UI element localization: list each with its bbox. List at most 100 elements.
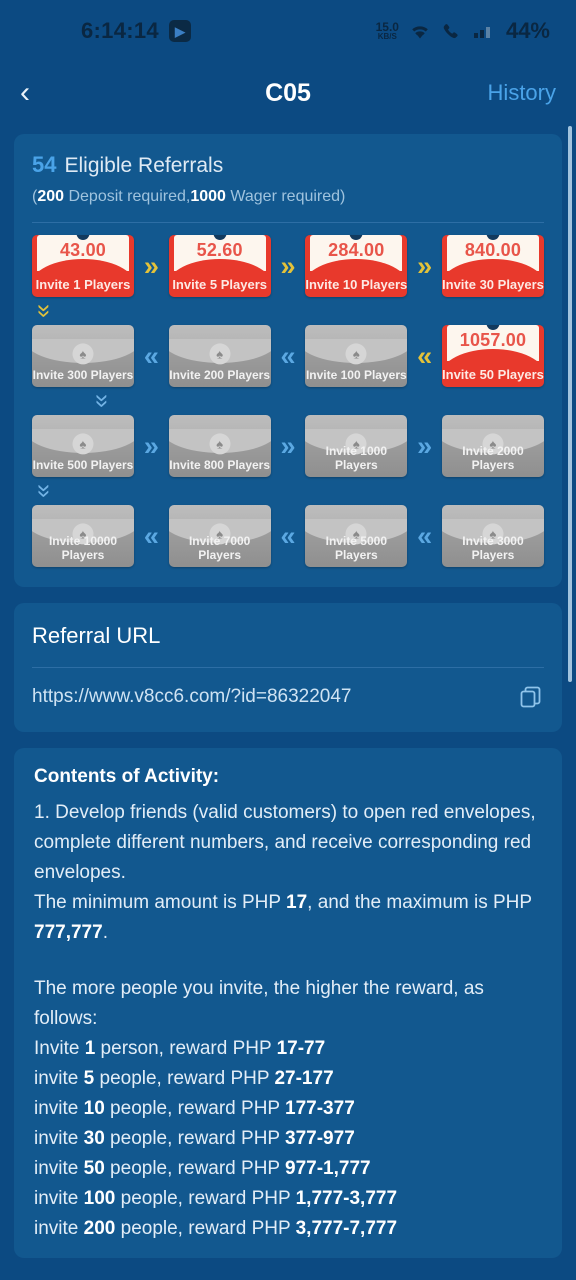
referrals-panel: 54 Eligible Referrals (200 Deposit requi… <box>14 134 562 587</box>
reward-line: invite 50 people, reward PHP 977-1,777 <box>34 1154 542 1184</box>
reward-label: Invite 5 Players <box>172 277 267 292</box>
reward-card[interactable]: ♠ Invite 300 Players <box>32 325 134 387</box>
reward-card[interactable]: ♠ Invite 100 Players <box>305 325 408 387</box>
reward-label: Invite 10 Players <box>305 277 408 292</box>
reward-label: Invite 1 Players <box>35 277 131 292</box>
chevron-right-icon: » <box>143 430 159 461</box>
reward-row: ♠ Invite 300 Players « ♠ Invite 200 Player… <box>32 325 544 387</box>
chevron-right-icon: » <box>417 430 433 461</box>
wager-label: Wager required) <box>225 188 346 205</box>
reward-line-pre: invite <box>34 1098 84 1119</box>
reward-line-amount: 177-377 <box>285 1098 355 1119</box>
reward-amount: 840.00 <box>464 240 522 260</box>
reward-amount: 284.00 <box>328 240 385 260</box>
referral-url-title: Referral URL <box>32 623 161 648</box>
nav-bar: ‹ C05 History <box>0 62 576 124</box>
reward-line-mid: person, reward PHP <box>95 1038 277 1059</box>
reward-card[interactable]: 284.00 Invite 10 Players <box>305 235 408 297</box>
reward-row: 43.00 Invite 1 Players » 52.60 Invite 5 Pl… <box>32 235 544 297</box>
call-icon <box>441 21 463 41</box>
reward-line-mid: people, reward PHP <box>104 1128 286 1149</box>
divider <box>32 667 544 668</box>
reward-line-mid: people, reward PHP <box>104 1098 286 1119</box>
reward-label: Invite 50 Players <box>442 367 544 382</box>
lock-icon: ♠ <box>209 433 231 455</box>
reward-card[interactable]: ♠ Invite 10000 Players <box>32 505 134 567</box>
referral-url-row: https://www.v8cc6.com/?id=86322047 <box>32 684 544 710</box>
reward-card[interactable]: 1057.00 Invite 50 Players <box>441 325 544 387</box>
copy-icon[interactable] <box>518 684 544 710</box>
eligible-referrals-label: Eligible Referrals <box>64 154 224 177</box>
status-time: 6:14:14 <box>81 18 159 43</box>
status-bar: 6:14:14 ▶ 15.0 KB/S 44% <box>0 0 576 62</box>
reward-line-pre: Invite <box>34 1038 85 1059</box>
history-button[interactable]: History <box>488 80 556 106</box>
network-speed-unit: KB/S <box>377 32 397 41</box>
reward-card[interactable]: 43.00 Invite 1 Players <box>32 235 134 297</box>
network-speed-indicator: 15.0 KB/S <box>376 21 399 41</box>
reward-card[interactable]: 52.60 Invite 5 Players <box>168 235 271 297</box>
lock-icon: ♠ <box>72 433 94 455</box>
chevron-right-icon: » <box>143 250 159 281</box>
reward-label: Invite 30 Players <box>442 277 544 292</box>
reward-line-mid: people, reward PHP <box>104 1158 286 1179</box>
reward-line-count: 1 <box>84 1038 96 1059</box>
reward-line: invite 100 people, reward PHP 1,777-3,77… <box>34 1184 542 1214</box>
vertical-scrollbar[interactable] <box>568 126 572 682</box>
chevron-right-icon: » <box>280 250 296 281</box>
contents-panel: Contents of Activity: 1. Develop friends… <box>14 748 562 1258</box>
reward-line-pre: invite <box>34 1188 84 1209</box>
reward-line-pre: invite <box>34 1068 84 1089</box>
reward-line-amount: 377-977 <box>285 1128 355 1149</box>
reward-card[interactable]: ♠ Invite 7000 Players <box>168 505 271 567</box>
min-amount: 17 <box>286 892 308 913</box>
reward-line: invite 200 people, reward PHP 3,777-7,77… <box>34 1214 542 1244</box>
reward-line-mid: people, reward PHP <box>115 1188 296 1209</box>
reward-line: Invite 1 person, reward PHP 17-77 <box>34 1034 542 1064</box>
reward-card[interactable]: ♠ Invite 5000 Players <box>305 505 408 567</box>
back-icon[interactable]: ‹ <box>20 78 60 108</box>
reward-card[interactable]: ♠ Invite 500 Players <box>32 415 134 477</box>
reward-line-mid: people, reward PHP <box>115 1218 296 1239</box>
reward-card[interactable]: ♠ Invite 1000 Players <box>305 415 408 477</box>
reward-card[interactable]: ♠ Invite 800 Players <box>168 415 271 477</box>
reward-line-mid: people, reward PHP <box>94 1068 275 1089</box>
lock-icon: ♠ <box>209 343 231 365</box>
chevron-down-icon: » <box>31 484 59 498</box>
status-bar-left: 6:14:14 ▶ <box>81 18 191 44</box>
reward-label: Invite 300 Players <box>32 368 134 382</box>
status-bar-right: 15.0 KB/S 44% <box>376 18 550 44</box>
chevron-left-icon: « <box>417 340 433 371</box>
reward-card[interactable]: ♠ Invite 2000 Players <box>441 415 544 477</box>
reward-line-amount: 17-77 <box>276 1038 326 1059</box>
chevron-right-icon: » <box>417 250 433 281</box>
reward-label: Invite 500 Players <box>32 458 134 472</box>
contents-paragraph-1: 1. Develop friends (valid customers) to … <box>34 802 536 883</box>
eligible-referrals-count: 54 <box>32 152 57 177</box>
contents-paragraph-2: The minimum amount is PHP 17, and the ma… <box>34 888 542 948</box>
reward-label: Invite 7000 Players <box>188 534 251 562</box>
reward-label: Invite 1000 Players <box>325 444 387 472</box>
reward-card[interactable]: ♠ Invite 200 Players <box>168 325 271 387</box>
lock-icon: ♠ <box>72 343 94 365</box>
reward-line: invite 5 people, reward PHP 27-177 <box>34 1064 542 1094</box>
reward-line-amount: 27-177 <box>274 1068 334 1089</box>
max-mid: , and the maximum is PHP <box>307 892 532 913</box>
max-amount: 777,777 <box>34 922 103 943</box>
reward-line-count: 200 <box>83 1218 116 1239</box>
reward-line: invite 10 people, reward PHP 177-377 <box>34 1094 542 1124</box>
eligible-referrals-header: 54 Eligible Referrals <box>32 152 544 178</box>
reward-amount: 43.00 <box>59 240 107 260</box>
chevron-left-icon: « <box>143 340 159 371</box>
referral-url-value[interactable]: https://www.v8cc6.com/?id=86322047 <box>32 686 352 708</box>
reward-label: Invite 3000 Players <box>462 534 524 562</box>
reward-card[interactable]: ♠ Invite 3000 Players <box>441 505 544 567</box>
sentence-end: . <box>102 922 108 943</box>
app-root: 6:14:14 ▶ 15.0 KB/S 44% ‹ C05 History 54… <box>0 0 576 1280</box>
chevron-left-icon: « <box>143 520 159 551</box>
reward-line-count: 30 <box>83 1128 105 1149</box>
reward-label: Invite 200 Players <box>169 368 271 382</box>
reward-card[interactable]: 840.00 Invite 30 Players <box>441 235 544 297</box>
chevron-left-icon: « <box>280 520 296 551</box>
reward-label: Invite 800 Players <box>169 458 271 472</box>
